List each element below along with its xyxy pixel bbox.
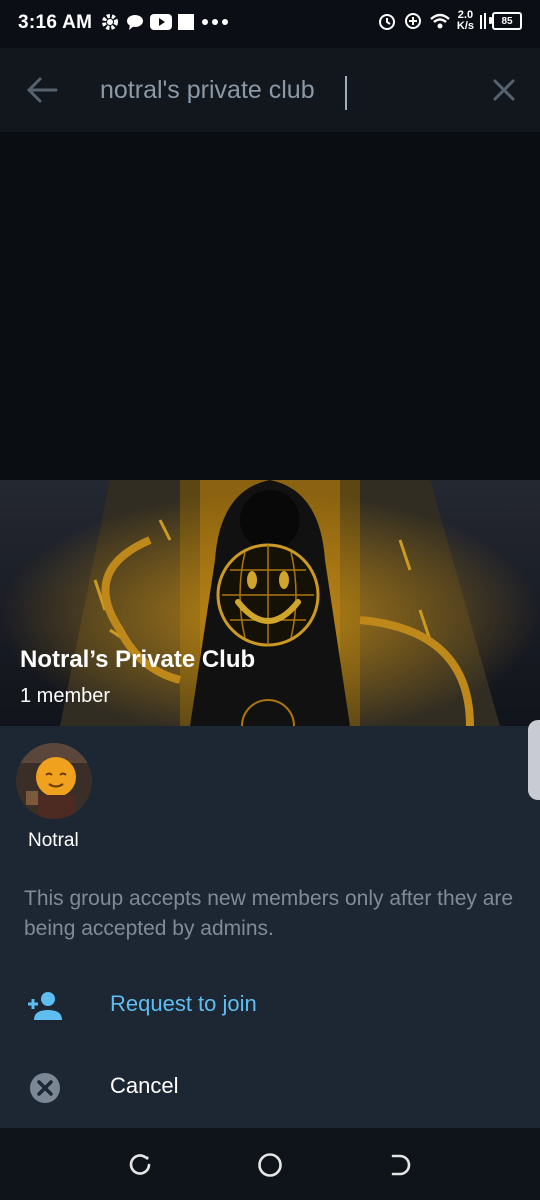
request-to-join-button[interactable] <box>0 974 540 1038</box>
text-caret <box>345 76 347 110</box>
status-time: 3:16 AM <box>18 12 93 33</box>
recents-icon[interactable] <box>125 1150 155 1180</box>
net-speed: 2.0 K/s <box>457 10 474 32</box>
back-icon[interactable] <box>385 1150 415 1180</box>
cancel-label[interactable]: Cancel <box>110 1073 178 1099</box>
join-info-text: This group accepts new members only afte… <box>24 887 514 940</box>
status-left-icons <box>100 12 230 32</box>
more-dots-icon <box>202 19 228 25</box>
group-title: Notral’s Private Club <box>20 646 256 673</box>
edge-scroll-handle[interactable] <box>528 720 540 800</box>
member-count: 1 member <box>20 685 111 707</box>
arrow-left-icon[interactable] <box>22 72 62 108</box>
close-icon[interactable] <box>488 74 520 106</box>
net-speed-unit: K/s <box>456 20 474 32</box>
status-bar: 3:16 AM 2.0 K/s 85 <box>0 0 540 46</box>
alarm-icon <box>378 14 395 30</box>
search-bar <box>0 48 540 132</box>
youtube-icon <box>150 14 172 30</box>
request-to-join-label[interactable]: Request to join <box>110 991 257 1017</box>
square-icon <box>178 14 194 30</box>
battery-level: 85 <box>501 15 513 27</box>
chat-bubble-icon <box>127 15 143 30</box>
data-saver-icon <box>404 13 421 29</box>
search-results-area <box>0 132 540 480</box>
cancel-button[interactable] <box>0 1056 540 1120</box>
battery-icon: 85 <box>489 12 522 30</box>
avatar[interactable] <box>16 743 92 819</box>
signal-icon <box>480 13 486 29</box>
gear-icon <box>102 14 118 30</box>
avatar-image <box>16 743 92 819</box>
member-name: Notral <box>28 830 79 851</box>
cancel-circle-icon <box>30 1073 60 1103</box>
status-right-icons: 2.0 K/s 85 <box>377 10 522 32</box>
home-icon[interactable] <box>255 1150 285 1180</box>
search-input[interactable] <box>100 70 460 110</box>
system-nav-bar <box>0 1128 540 1200</box>
wifi-icon <box>430 13 450 29</box>
add-person-icon <box>28 992 62 1020</box>
